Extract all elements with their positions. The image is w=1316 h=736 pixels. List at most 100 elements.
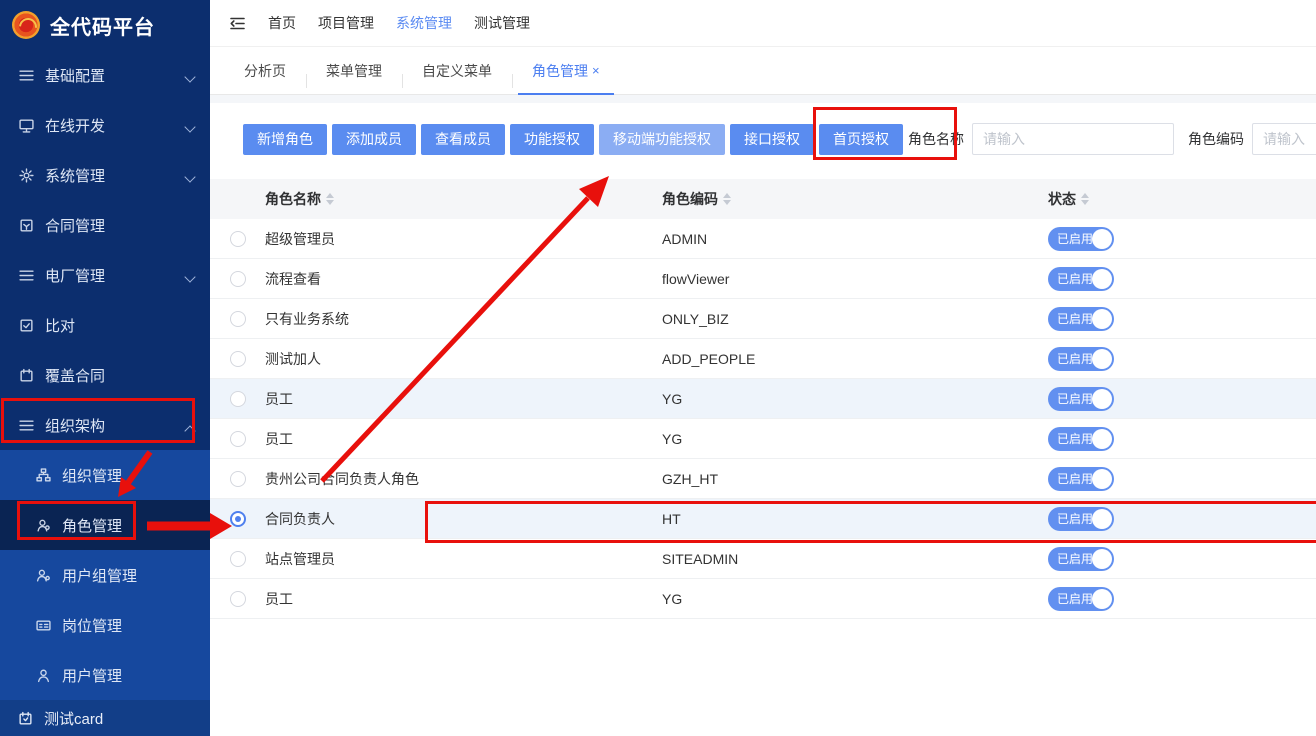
column-header-role-name[interactable]: 角色名称 <box>210 189 662 209</box>
sort-icon[interactable] <box>1081 193 1089 205</box>
table-row[interactable]: 测试加人 ADD_PEOPLE 已启用 <box>210 339 1316 379</box>
sidebar-item-cover-contract[interactable]: 覆盖合同 <box>0 350 210 400</box>
row-radio[interactable] <box>230 431 246 447</box>
table-row[interactable]: 流程查看 flowViewer 已启用 <box>210 259 1316 299</box>
topnav-item-test-mgmt[interactable]: 测试管理 <box>474 13 530 33</box>
status-toggle[interactable]: 已启用 <box>1048 267 1114 291</box>
role-code-cell: YG <box>662 391 1048 407</box>
add-member-button[interactable]: 添加成员 <box>332 124 416 155</box>
sidebar-item-label: 岗位管理 <box>62 615 122 636</box>
status-toggle[interactable]: 已启用 <box>1048 507 1114 531</box>
status-toggle[interactable]: 已启用 <box>1048 347 1114 371</box>
chevron-down-icon <box>186 75 194 83</box>
tab-menu-mgmt[interactable]: 菜单管理 <box>306 47 402 94</box>
row-radio[interactable] <box>230 391 246 407</box>
sidebar-item-test-card[interactable]: 测试card <box>0 700 210 736</box>
status-toggle[interactable]: 已启用 <box>1048 307 1114 331</box>
tab-role-mgmt[interactable]: 角色管理 × <box>512 47 620 94</box>
sidebar-item-org-structure[interactable]: 组织架构 <box>0 400 210 450</box>
sidebar-item-label: 组织架构 <box>45 415 105 436</box>
sidebar-item-label: 比对 <box>45 315 75 336</box>
api-auth-button[interactable]: 接口授权 <box>730 124 814 155</box>
role-name-cell: 员工 <box>265 589 293 609</box>
menu-fold-icon[interactable] <box>228 14 246 32</box>
status-label: 已启用 <box>1048 390 1093 407</box>
table-row[interactable]: 员工 YG 已启用 <box>210 379 1316 419</box>
table-row[interactable]: 员工 YG 已启用 <box>210 419 1316 459</box>
topnav-item-system-mgmt[interactable]: 系统管理 <box>396 13 452 33</box>
toggle-knob <box>1092 549 1112 569</box>
column-header-role-code[interactable]: 角色编码 <box>662 189 1048 209</box>
sidebar-item-plant-mgmt[interactable]: 电厂管理 <box>0 250 210 300</box>
toolbar: 新增角色 添加成员 查看成员 功能授权 移动端功能授权 接口授权 首页授权 角色… <box>210 103 1316 179</box>
table-row[interactable]: 只有业务系统 ONLY_BIZ 已启用 <box>210 299 1316 339</box>
contract-icon <box>18 217 34 233</box>
role-name-input[interactable] <box>972 123 1174 155</box>
tab-close-icon[interactable]: × <box>592 63 600 78</box>
status-toggle[interactable]: 已启用 <box>1048 227 1114 251</box>
row-radio-selected[interactable] <box>230 511 246 527</box>
tab-analysis[interactable]: 分析页 <box>224 47 306 94</box>
row-radio[interactable] <box>230 231 246 247</box>
toggle-knob <box>1092 469 1112 489</box>
table-header: 角色名称 角色编码 状态 <box>210 179 1316 219</box>
app-logo-icon <box>12 11 40 39</box>
sidebar-item-label: 在线开发 <box>45 115 105 136</box>
row-radio[interactable] <box>230 471 246 487</box>
tab-label: 自定义菜单 <box>422 61 492 81</box>
row-radio[interactable] <box>230 551 246 567</box>
status-label: 已启用 <box>1048 550 1093 567</box>
sidebar-item-online-dev[interactable]: 在线开发 <box>0 100 210 150</box>
row-radio[interactable] <box>230 351 246 367</box>
role-name-cell: 贵州公司合同负责人角色 <box>265 469 419 489</box>
column-header-status[interactable]: 状态 <box>1048 189 1316 209</box>
sidebar-item-basic-config[interactable]: 基础配置 <box>0 50 210 100</box>
sidebar-item-label: 电厂管理 <box>45 265 105 286</box>
add-role-button[interactable]: 新增角色 <box>243 124 327 155</box>
mobile-function-auth-button[interactable]: 移动端功能授权 <box>599 124 725 155</box>
status-toggle[interactable]: 已启用 <box>1048 387 1114 411</box>
sidebar-item-label: 系统管理 <box>45 165 105 186</box>
chevron-up-icon <box>186 425 194 433</box>
status-toggle[interactable]: 已启用 <box>1048 427 1114 451</box>
sidebar-item-user-mgmt[interactable]: 用户管理 <box>0 650 210 700</box>
role-name-cell: 只有业务系统 <box>265 309 349 329</box>
topnav-item-project-mgmt[interactable]: 项目管理 <box>318 13 374 33</box>
status-label: 已启用 <box>1048 590 1093 607</box>
table-row[interactable]: 员工 YG 已启用 <box>210 579 1316 619</box>
topnav-item-home[interactable]: 首页 <box>268 13 296 33</box>
status-toggle[interactable]: 已启用 <box>1048 547 1114 571</box>
function-auth-button[interactable]: 功能授权 <box>510 124 594 155</box>
role-code-input[interactable] <box>1252 123 1316 155</box>
tab-label: 角色管理 <box>532 61 588 81</box>
sidebar-item-org-mgmt[interactable]: 组织管理 <box>0 450 210 500</box>
role-code-cell: YG <box>662 431 1048 447</box>
status-toggle[interactable]: 已启用 <box>1048 587 1114 611</box>
sort-icon[interactable] <box>723 193 731 205</box>
row-radio[interactable] <box>230 311 246 327</box>
table-row[interactable]: 超级管理员 ADMIN 已启用 <box>210 219 1316 259</box>
sidebar-item-post-mgmt[interactable]: 岗位管理 <box>0 600 210 650</box>
table-row[interactable]: 贵州公司合同负责人角色 GZH_HT 已启用 <box>210 459 1316 499</box>
role-name-cell: 超级管理员 <box>265 229 335 249</box>
role-name-cell: 测试加人 <box>265 349 321 369</box>
sort-icon[interactable] <box>326 193 334 205</box>
sidebar-item-system-mgmt[interactable]: 系统管理 <box>0 150 210 200</box>
card-icon <box>18 711 33 726</box>
table-row-selected[interactable]: 合同负责人 HT 已启用 <box>210 499 1316 539</box>
sidebar-item-compare[interactable]: 比对 <box>0 300 210 350</box>
role-code-label: 角色编码 <box>1188 129 1244 149</box>
table-row[interactable]: 站点管理员 SITEADMIN 已启用 <box>210 539 1316 579</box>
tab-custom-menu[interactable]: 自定义菜单 <box>402 47 512 94</box>
view-members-button[interactable]: 查看成员 <box>421 124 505 155</box>
filter-group: 角色名称 角色编码 <box>908 123 1316 155</box>
sidebar-item-user-group-mgmt[interactable]: 用户组管理 <box>0 550 210 600</box>
row-radio[interactable] <box>230 271 246 287</box>
homepage-auth-button[interactable]: 首页授权 <box>819 124 903 155</box>
role-code-cell: GZH_HT <box>662 471 1048 487</box>
row-radio[interactable] <box>230 591 246 607</box>
chevron-down-icon <box>186 125 194 133</box>
sidebar-item-contract-mgmt[interactable]: 合同管理 <box>0 200 210 250</box>
sidebar-item-role-mgmt[interactable]: 角色管理 <box>0 500 210 550</box>
status-toggle[interactable]: 已启用 <box>1048 467 1114 491</box>
